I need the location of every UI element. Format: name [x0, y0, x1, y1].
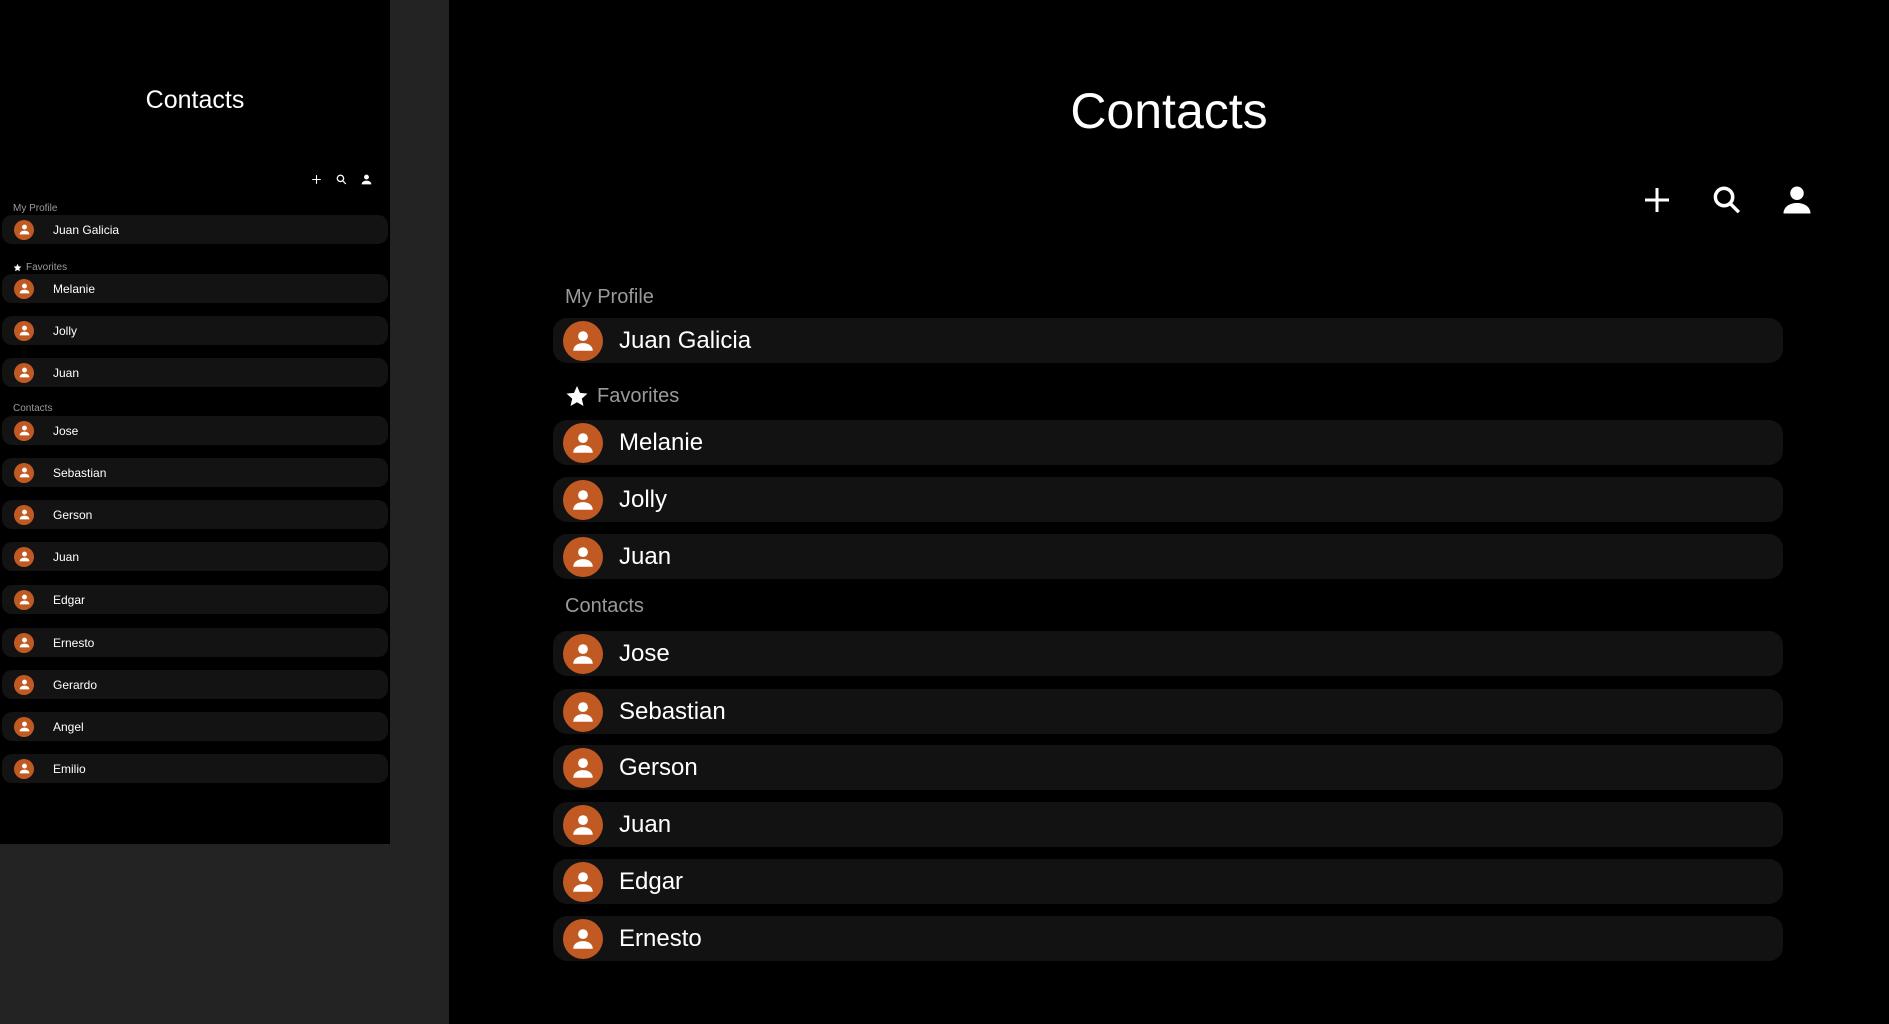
contact-name: Edgar	[619, 867, 684, 895]
list-item[interactable]: Ernesto	[2, 628, 388, 657]
avatar	[14, 420, 34, 441]
avatar	[14, 546, 34, 567]
section-label-contacts: Contacts	[13, 403, 53, 414]
contact-name: Juan Galicia	[53, 222, 120, 237]
avatar	[563, 691, 603, 732]
list-item[interactable]: Juan	[2, 358, 388, 387]
avatar	[563, 633, 603, 674]
contact-name: Melanie	[619, 428, 704, 456]
contact-name: Melanie	[53, 281, 96, 296]
contact-name: Sebastian	[619, 697, 726, 725]
person-icon[interactable]	[1777, 180, 1817, 220]
contact-name: Juan	[53, 365, 80, 380]
avatar	[563, 918, 603, 959]
contact-name: Emilio	[53, 761, 86, 776]
avatar	[563, 861, 603, 902]
section-label-favorites: Favorites	[13, 262, 67, 273]
list-item[interactable]: Melanie	[553, 420, 1783, 465]
avatar	[14, 320, 34, 341]
avatar	[563, 804, 603, 845]
list-item[interactable]: Jose	[2, 416, 388, 445]
avatar	[563, 536, 603, 577]
list-item[interactable]: Edgar	[2, 585, 388, 614]
section-label-favorites: Favorites	[565, 384, 679, 408]
list-item[interactable]: Jolly	[2, 316, 388, 345]
page-title: Contacts	[1070, 83, 1268, 139]
avatar	[14, 219, 34, 240]
contact-name: Sebastian	[53, 465, 107, 480]
search-icon[interactable]	[333, 171, 349, 187]
list-item[interactable]: Gerson	[2, 500, 388, 529]
section-label-my-profile: My Profile	[565, 286, 654, 308]
avatar	[14, 758, 34, 779]
section-label-contacts: Contacts	[565, 595, 644, 617]
my-profile-row[interactable]: Juan Galicia	[553, 318, 1783, 363]
contact-name: Ernesto	[619, 924, 702, 952]
app-canvas: Contacts My Profile Juan Galicia Favorit…	[0, 0, 1889, 1024]
list-item[interactable]: Gerardo	[2, 670, 388, 699]
avatar	[14, 589, 34, 610]
avatar	[563, 747, 603, 788]
toolbar	[308, 171, 374, 187]
toolbar	[1637, 180, 1817, 220]
avatar	[14, 462, 34, 483]
plus-icon[interactable]	[308, 171, 324, 187]
avatar	[563, 479, 603, 520]
avatar	[14, 632, 34, 653]
page-title: Contacts	[145, 86, 245, 114]
section-label-my-profile: My Profile	[13, 203, 58, 214]
contact-name: Jose	[53, 423, 79, 438]
plus-icon[interactable]	[1637, 180, 1677, 220]
list-item[interactable]: Juan	[553, 802, 1783, 847]
list-item[interactable]: Ernesto	[553, 916, 1783, 961]
my-profile-row[interactable]: Juan Galicia	[2, 215, 388, 244]
search-icon[interactable]	[1707, 180, 1747, 220]
avatar	[563, 422, 603, 463]
list-item[interactable]: Juan	[553, 534, 1783, 579]
list-item[interactable]: Jose	[553, 631, 1783, 676]
contact-name: Juan	[619, 810, 672, 838]
avatar	[14, 504, 34, 525]
list-item[interactable]: Sebastian	[2, 458, 388, 487]
avatar	[14, 674, 34, 695]
contact-name: Juan Galicia	[619, 326, 752, 354]
contact-name: Jolly	[53, 323, 78, 338]
avatar	[563, 320, 603, 361]
list-item[interactable]: Jolly	[553, 477, 1783, 522]
avatar	[14, 716, 34, 737]
contacts-screen-small: Contacts My Profile Juan Galicia Favorit…	[0, 0, 390, 844]
list-item[interactable]: Angel	[2, 712, 388, 741]
list-item[interactable]: Edgar	[553, 859, 1783, 904]
contacts-screen-large: Contacts My Profile Juan Galicia Favorit…	[449, 0, 1889, 1024]
list-item[interactable]: Melanie	[2, 274, 388, 303]
contact-name: Angel	[53, 719, 84, 734]
avatar	[14, 362, 34, 383]
contact-name: Jolly	[619, 485, 668, 513]
contact-name: Gerson	[53, 507, 93, 522]
list-item[interactable]: Emilio	[2, 754, 388, 783]
contact-name: Jose	[619, 639, 670, 667]
list-item[interactable]: Gerson	[553, 745, 1783, 790]
list-item[interactable]: Sebastian	[553, 689, 1783, 734]
star-icon	[566, 386, 588, 406]
contact-name: Juan	[619, 542, 672, 570]
contact-name: Juan	[53, 549, 80, 564]
contact-name: Edgar	[53, 592, 86, 607]
contact-name: Ernesto	[53, 635, 95, 650]
avatar	[14, 278, 34, 299]
star-icon	[13, 263, 22, 272]
list-item[interactable]: Juan	[2, 542, 388, 571]
person-icon[interactable]	[358, 171, 374, 187]
contact-name: Gerson	[619, 753, 698, 781]
contact-name: Gerardo	[53, 677, 98, 692]
